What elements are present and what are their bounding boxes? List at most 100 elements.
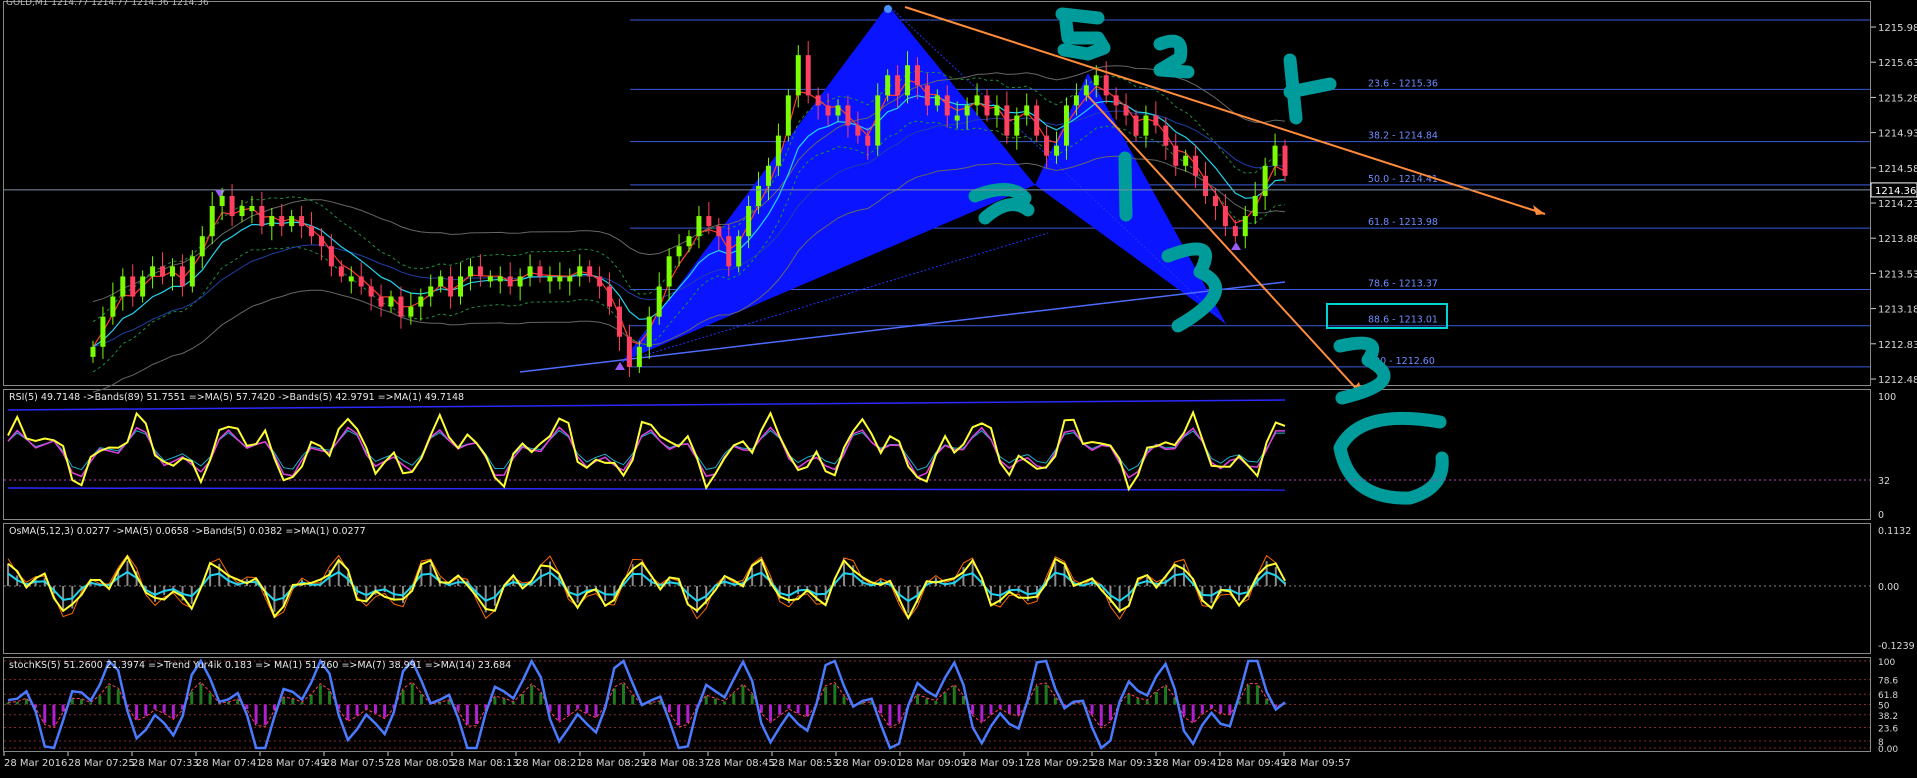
candle-body (130, 276, 136, 297)
candle-body (835, 105, 841, 116)
candle-body (418, 296, 424, 307)
candle-body (150, 266, 156, 277)
candle-body (239, 206, 245, 217)
time-tick-label: 28 Mar 09:09 (900, 758, 967, 769)
candle-body (249, 206, 255, 212)
candle-body (487, 276, 493, 282)
candle-body (1113, 95, 1119, 106)
candle-body (1242, 216, 1248, 237)
candle-body (1133, 115, 1139, 136)
candle-body (736, 236, 742, 267)
candle-body (1232, 226, 1238, 237)
trading-chart[interactable]: GOLD,M1 1214.77 1214.77 1214.36 1214.36 … (0, 0, 1917, 774)
candle-body (140, 276, 146, 297)
candle-body (358, 276, 364, 287)
stoch-axis-label: 38.2 (1878, 712, 1898, 722)
price-tick-label: 1213.53 (1878, 269, 1917, 280)
time-tick-label: 28 Mar 08:53 (772, 758, 839, 769)
candle-body (219, 195, 225, 207)
candle-body (398, 296, 404, 317)
handwriting-stroke (1118, 151, 1133, 222)
time-tick-label: 28 Mar 08:21 (516, 758, 583, 769)
candle-body (676, 246, 682, 257)
candle-body (984, 95, 990, 116)
rsi-label: RSI(5) 49.7148 ->Bands(89) 51.7551 =>MA(… (9, 392, 464, 403)
candle-body (706, 216, 712, 227)
candle-body (964, 105, 970, 116)
candle-body (477, 266, 483, 277)
time-tick-label: 28 Mar 09:17 (964, 758, 1031, 769)
candle-body (497, 276, 503, 282)
candle-body (954, 115, 960, 121)
candle-body (1014, 115, 1020, 136)
time-tick-label: 28 Mar 07:49 (260, 758, 327, 769)
candle-body (765, 165, 771, 186)
candle-body (189, 256, 195, 287)
candle-body (1024, 105, 1030, 116)
osma-axis-label: 0.1132 (1878, 526, 1911, 537)
rsi-axis-label: 32 (1878, 476, 1890, 487)
candle-body (686, 236, 692, 247)
candle-body (100, 316, 106, 347)
candle-body (179, 266, 185, 287)
time-tick-label: 28 Mar 09:33 (1092, 758, 1159, 769)
candle-body (855, 125, 861, 136)
fib-level-label: 61.8 - 1213.98 (1368, 217, 1438, 228)
price-tick-label: 1212.48 (1878, 375, 1917, 386)
candle-body (448, 276, 454, 297)
time-tick-label: 28 Mar 07:57 (324, 758, 391, 769)
candle-body (785, 95, 791, 136)
time-tick-label: 28 Mar 09:57 (1284, 758, 1351, 769)
candle-body (895, 75, 901, 96)
candle-body (408, 306, 414, 317)
candle-body (666, 256, 672, 287)
candle-body (299, 216, 305, 227)
candle-body (974, 95, 980, 106)
candle-body (160, 266, 166, 277)
candle-body (557, 276, 563, 282)
rsi-axis-label: 100 (1878, 392, 1896, 403)
candle-body (696, 216, 702, 237)
candle-body (815, 95, 821, 106)
candle-body (309, 226, 315, 237)
candle-body (875, 95, 881, 146)
candle-body (1262, 165, 1268, 196)
candle-body (885, 75, 891, 96)
stoch-axis-label: 100 (1878, 658, 1895, 668)
handwriting-stroke (1055, 7, 1111, 61)
stoch-axis-label: 23.6 (1878, 724, 1898, 734)
candle-body (527, 266, 533, 277)
candle-body (1272, 145, 1278, 166)
candle-body (656, 286, 662, 317)
current-price-label: 1214.36 (1875, 186, 1916, 197)
candle-body (567, 276, 573, 282)
candle-body (626, 336, 632, 367)
price-tick-label: 1214.58 (1878, 164, 1917, 175)
candle-body (1054, 145, 1060, 156)
candle-body (368, 286, 374, 297)
pattern-point-a (884, 5, 892, 13)
candle-body (1093, 75, 1099, 86)
candle-body (1163, 125, 1169, 146)
candle-body (229, 195, 235, 217)
candle-body (1193, 155, 1199, 176)
stoch-axis-label: 0.00 (1878, 745, 1898, 755)
candle-body (646, 316, 652, 347)
candle-body (1153, 115, 1159, 126)
stoch-axis-label: 78.6 (1878, 677, 1898, 687)
candle-body (1044, 135, 1050, 156)
candle-body (607, 286, 613, 307)
candle-body (338, 266, 344, 277)
osma-axis-label: 0.00 (1878, 582, 1899, 593)
candle-body (775, 135, 781, 166)
candle-body (517, 276, 523, 287)
candle-body (914, 65, 920, 86)
candle-body (1083, 85, 1089, 96)
candle-body (467, 266, 473, 277)
candle-body (1123, 105, 1129, 116)
time-tick-label: 28 Mar 08:45 (708, 758, 775, 769)
candle-body (318, 236, 324, 247)
stoch-label: stochKS(5) 51.2600 21.3974 =>Trend Yur4i… (9, 660, 511, 671)
candle-body (1034, 105, 1040, 136)
candle-body (378, 296, 384, 307)
